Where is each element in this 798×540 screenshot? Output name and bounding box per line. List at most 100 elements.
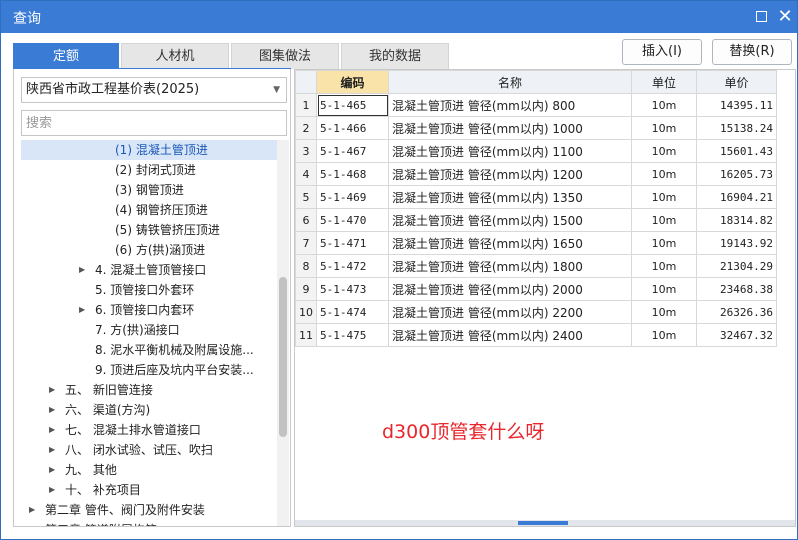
price-cell[interactable]: 15601.43 bbox=[696, 139, 777, 163]
expand-arrow-icon[interactable]: ▶ bbox=[49, 460, 59, 480]
tree-item[interactable]: ▶ 4. 混凝土管顶管接口 bbox=[21, 260, 277, 280]
price-cell[interactable]: 16904.21 bbox=[696, 185, 777, 209]
expand-arrow-icon[interactable]: ▶ bbox=[49, 420, 59, 440]
expand-arrow-icon[interactable]: ▶ bbox=[79, 300, 89, 320]
tree-item[interactable]: 9. 顶进后座及坑内平台安装... bbox=[21, 360, 277, 380]
row-number[interactable]: 11 bbox=[295, 323, 317, 347]
unit-cell[interactable]: 10m bbox=[631, 93, 697, 117]
tree-item[interactable]: 5. 顶管接口外套环 bbox=[21, 280, 277, 300]
search-input[interactable] bbox=[21, 110, 287, 136]
expand-arrow-icon[interactable]: ▶ bbox=[49, 400, 59, 420]
price-cell[interactable]: 21304.29 bbox=[696, 254, 777, 278]
price-cell[interactable]: 26326.36 bbox=[696, 300, 777, 324]
unit-cell[interactable]: 10m bbox=[631, 323, 697, 347]
name-cell[interactable]: 混凝土管顶进 管径(mm以内) 2200 bbox=[388, 300, 632, 324]
table-row[interactable]: 11 5-1-475 混凝土管顶进 管径(mm以内) 2400 10m 32467.32 bbox=[295, 323, 777, 347]
name-cell[interactable]: 混凝土管顶进 管径(mm以内) 1000 bbox=[388, 116, 632, 140]
tree-item[interactable]: ▶ 七、 混凝土排水管道接口 bbox=[21, 420, 277, 440]
table-row[interactable]: 4 5-1-468 混凝土管顶进 管径(mm以内) 1200 10m 16205.73 bbox=[295, 162, 777, 186]
tree-item[interactable]: ▶ 八、 闭水试验、试压、吹扫 bbox=[21, 440, 277, 460]
unit-cell[interactable]: 10m bbox=[631, 185, 697, 209]
name-cell[interactable]: 混凝土管顶进 管径(mm以内) 800 bbox=[388, 93, 632, 117]
name-cell[interactable]: 混凝土管顶进 管径(mm以内) 1100 bbox=[388, 139, 632, 163]
row-number[interactable]: 8 bbox=[295, 254, 317, 278]
title-bar[interactable]: 查询 ✕ bbox=[1, 1, 797, 33]
row-number[interactable]: 7 bbox=[295, 231, 317, 255]
code-cell[interactable]: 5-1-468 bbox=[316, 162, 389, 186]
code-cell[interactable]: 5-1-474 bbox=[316, 300, 389, 324]
close-button[interactable]: ✕ bbox=[773, 5, 797, 29]
unit-cell[interactable]: 10m bbox=[631, 208, 697, 232]
code-cell[interactable]: 5-1-465 bbox=[316, 93, 389, 117]
name-cell[interactable]: 混凝土管顶进 管径(mm以内) 1500 bbox=[388, 208, 632, 232]
table-row[interactable]: 1 5-1-465 混凝土管顶进 管径(mm以内) 800 10m 14395.11 bbox=[295, 93, 777, 117]
tree-item[interactable]: ▶ 六、 渠道(方沟) bbox=[21, 400, 277, 420]
row-number[interactable]: 6 bbox=[295, 208, 317, 232]
expand-arrow-icon[interactable]: ▶ bbox=[49, 480, 59, 500]
tab-my-data[interactable]: 我的数据 bbox=[341, 43, 449, 69]
tab-quota[interactable]: 定额 bbox=[13, 43, 119, 69]
expand-arrow-icon[interactable]: ▶ bbox=[29, 520, 39, 526]
tree-item[interactable]: ▶ 第三章 管道附属构筑... bbox=[21, 520, 277, 526]
code-cell[interactable]: 5-1-475 bbox=[316, 323, 389, 347]
tree-item[interactable]: (1) 混凝土管顶进 bbox=[21, 140, 277, 160]
name-cell[interactable]: 混凝土管顶进 管径(mm以内) 1200 bbox=[388, 162, 632, 186]
library-select[interactable]: 陕西省市政工程基价表(2025) ▼ bbox=[21, 77, 287, 103]
name-cell[interactable]: 混凝土管顶进 管径(mm以内) 1350 bbox=[388, 185, 632, 209]
unit-cell[interactable]: 10m bbox=[631, 254, 697, 278]
unit-cell[interactable]: 10m bbox=[631, 300, 697, 324]
row-number[interactable]: 10 bbox=[295, 300, 317, 324]
row-number[interactable]: 5 bbox=[295, 185, 317, 209]
table-row[interactable]: 5 5-1-469 混凝土管顶进 管径(mm以内) 1350 10m 16904.21 bbox=[295, 185, 777, 209]
price-cell[interactable]: 15138.24 bbox=[696, 116, 777, 140]
expand-arrow-icon[interactable]: ▶ bbox=[49, 440, 59, 460]
unit-cell[interactable]: 10m bbox=[631, 277, 697, 301]
price-column-header[interactable]: 单价 bbox=[696, 70, 777, 94]
code-cell[interactable]: 5-1-471 bbox=[316, 231, 389, 255]
code-column-header[interactable]: 编码 bbox=[316, 70, 389, 94]
table-horizontal-scrollbar-thumb[interactable] bbox=[518, 521, 568, 525]
price-cell[interactable]: 16205.73 bbox=[696, 162, 777, 186]
tree-item[interactable]: 7. 方(拱)涵接口 bbox=[21, 320, 277, 340]
price-cell[interactable]: 19143.92 bbox=[696, 231, 777, 255]
name-cell[interactable]: 混凝土管顶进 管径(mm以内) 1650 bbox=[388, 231, 632, 255]
tree-item[interactable]: ▶ 6. 顶管接口内套环 bbox=[21, 300, 277, 320]
tab-atlas-method[interactable]: 图集做法 bbox=[231, 43, 339, 69]
code-cell[interactable]: 5-1-473 bbox=[316, 277, 389, 301]
tree-item[interactable]: ▶ 十、 补充项目 bbox=[21, 480, 277, 500]
code-cell[interactable]: 5-1-469 bbox=[316, 185, 389, 209]
table-row[interactable]: 9 5-1-473 混凝土管顶进 管径(mm以内) 2000 10m 23468.38 bbox=[295, 277, 777, 301]
code-cell[interactable]: 5-1-467 bbox=[316, 139, 389, 163]
tree-item[interactable]: 8. 泥水平衡机械及附属设施... bbox=[21, 340, 277, 360]
tree-item[interactable]: ▶ 第二章 管件、阀门及附件安装 bbox=[21, 500, 277, 520]
tree-scrollbar-thumb[interactable] bbox=[279, 277, 287, 437]
row-number[interactable]: 1 bbox=[295, 93, 317, 117]
table-row[interactable]: 3 5-1-467 混凝土管顶进 管径(mm以内) 1100 10m 15601.43 bbox=[295, 139, 777, 163]
code-cell[interactable]: 5-1-470 bbox=[316, 208, 389, 232]
tree-item[interactable]: (3) 钢管顶进 bbox=[21, 180, 277, 200]
name-cell[interactable]: 混凝土管顶进 管径(mm以内) 1800 bbox=[388, 254, 632, 278]
row-number[interactable]: 2 bbox=[295, 116, 317, 140]
expand-arrow-icon[interactable]: ▶ bbox=[29, 500, 39, 520]
code-cell[interactable]: 5-1-472 bbox=[316, 254, 389, 278]
maximize-button[interactable] bbox=[749, 5, 773, 29]
tree-item[interactable]: (2) 封闭式顶进 bbox=[21, 160, 277, 180]
tree-item[interactable]: (5) 铸铁管挤压顶进 bbox=[21, 220, 277, 240]
price-cell[interactable]: 32467.32 bbox=[696, 323, 777, 347]
price-cell[interactable]: 14395.11 bbox=[696, 93, 777, 117]
price-cell[interactable]: 18314.82 bbox=[696, 208, 777, 232]
code-cell[interactable]: 5-1-466 bbox=[316, 116, 389, 140]
replace-button[interactable]: 替换(R) bbox=[712, 39, 792, 65]
price-cell[interactable]: 23468.38 bbox=[696, 277, 777, 301]
name-cell[interactable]: 混凝土管顶进 管径(mm以内) 2400 bbox=[388, 323, 632, 347]
tree-item[interactable]: ▶ 九、 其他 bbox=[21, 460, 277, 480]
table-row[interactable]: 2 5-1-466 混凝土管顶进 管径(mm以内) 1000 10m 15138.24 bbox=[295, 116, 777, 140]
tree-item[interactable]: (6) 方(拱)涵顶进 bbox=[21, 240, 277, 260]
insert-button[interactable]: 插入(I) bbox=[622, 39, 702, 65]
unit-cell[interactable]: 10m bbox=[631, 116, 697, 140]
row-number[interactable]: 4 bbox=[295, 162, 317, 186]
tree-item[interactable]: ▶ 五、 新旧管连接 bbox=[21, 380, 277, 400]
name-column-header[interactable]: 名称 bbox=[388, 70, 632, 94]
tab-labor-material-machine[interactable]: 人材机 bbox=[121, 43, 229, 69]
tree-item[interactable]: (4) 钢管挤压顶进 bbox=[21, 200, 277, 220]
